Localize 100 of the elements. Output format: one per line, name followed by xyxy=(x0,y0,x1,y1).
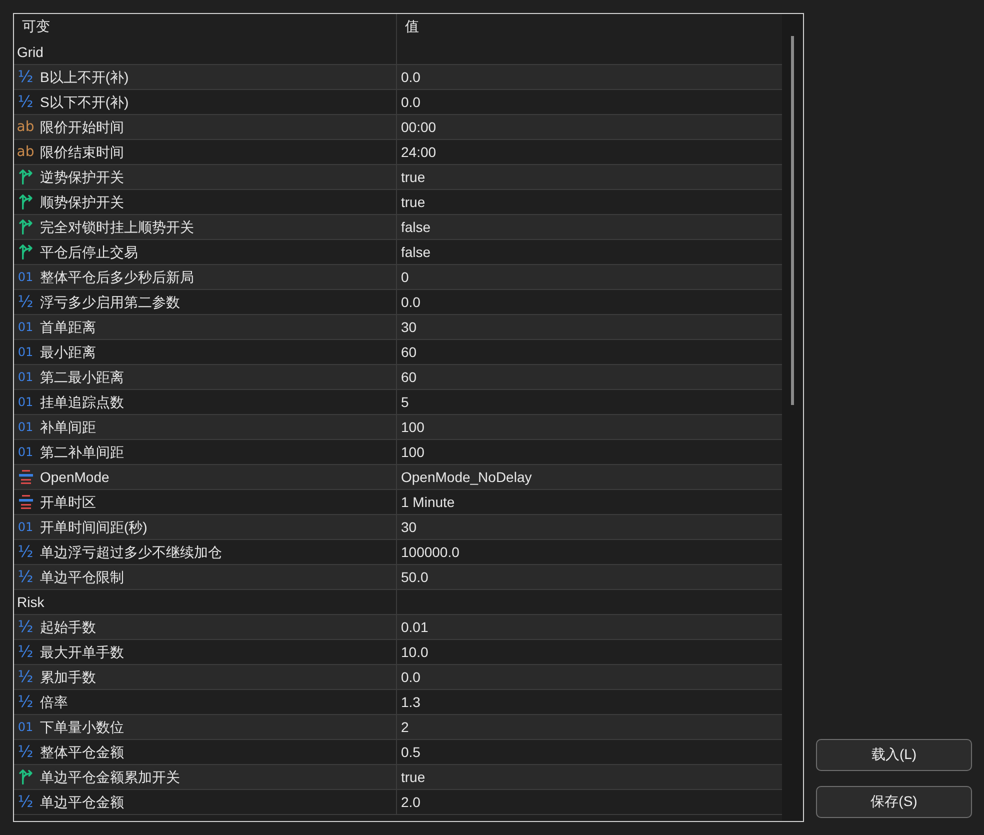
digits-icon: 01 xyxy=(18,421,34,433)
parameter-value: 0.0 xyxy=(401,93,420,111)
parameter-value: 10.0 xyxy=(401,643,428,661)
save-button[interactable]: 保存(S) xyxy=(816,786,972,818)
parameter-value: 100000.0 xyxy=(401,543,460,561)
parameter-value: false xyxy=(401,243,431,261)
parameter-row[interactable]: 逆势保护开关 true xyxy=(14,165,782,190)
digits-icon: 01 xyxy=(18,396,34,408)
digits-icon: 01 xyxy=(18,321,34,333)
fraction-icon: ½ xyxy=(18,619,34,635)
parameter-name: 顺势保护开关 xyxy=(40,193,124,211)
parameter-row[interactable]: 01 首单距离 30 xyxy=(14,315,782,340)
parameter-row[interactable]: ½ 单边浮亏超过多少不继续加仓 100000.0 xyxy=(14,540,782,565)
parameter-row[interactable]: ½ 起始手数 0.01 xyxy=(14,615,782,640)
parameter-row[interactable]: ab 限价开始时间 00:00 xyxy=(14,115,782,140)
digits-icon: 01 xyxy=(18,446,34,458)
parameter-value: 00:00 xyxy=(401,118,436,136)
parameter-row[interactable]: 01 开单时间间距(秒) 30 xyxy=(14,515,782,540)
parameter-value: 30 xyxy=(401,318,417,336)
parameter-row[interactable]: ab 限价结束时间 24:00 xyxy=(14,140,782,165)
parameter-value: 50.0 xyxy=(401,568,428,586)
parameter-row[interactable]: 01 第二补单间距 100 xyxy=(14,440,782,465)
list-icon xyxy=(18,495,32,509)
column-header: 可变 xyxy=(22,18,50,36)
parameter-value: 0.0 xyxy=(401,293,420,311)
parameter-row[interactable]: 01 下单量小数位 2 xyxy=(14,715,782,740)
parameter-name: 完全对锁时挂上顺势开关 xyxy=(40,218,194,236)
parameter-row[interactable]: ½ 单边平仓金额 2.0 xyxy=(14,790,782,815)
parameter-value: 0.01 xyxy=(401,618,428,636)
scrollbar-thumb[interactable] xyxy=(791,36,794,405)
parameter-value: 60 xyxy=(401,343,417,361)
parameter-row[interactable]: ½ 整体平仓金额 0.5 xyxy=(14,740,782,765)
parameter-row[interactable]: 01 最小距离 60 xyxy=(14,340,782,365)
fraction-icon: ½ xyxy=(18,669,34,685)
parameter-row[interactable]: 01 整体平仓后多少秒后新局 0 xyxy=(14,265,782,290)
parameter-name: 限价开始时间 xyxy=(40,118,124,136)
parameter-row[interactable]: ½ B以上不开(补) 0.0 xyxy=(14,65,782,90)
list-icon xyxy=(18,470,32,484)
parameter-value: 100 xyxy=(401,418,424,436)
parameter-value: OpenMode_NoDelay xyxy=(401,468,532,486)
letters-icon: ab xyxy=(16,120,34,134)
parameter-row[interactable]: 01 第二最小距离 60 xyxy=(14,365,782,390)
fraction-icon: ½ xyxy=(18,294,34,310)
parameter-name: 下单量小数位 xyxy=(40,718,124,736)
parameter-value: 1.3 xyxy=(401,693,420,711)
parameter-row[interactable]: 完全对锁时挂上顺势开关 false xyxy=(14,215,782,240)
parameter-name: 首单距离 xyxy=(40,318,96,336)
parameter-value: true xyxy=(401,193,426,211)
parameter-row[interactable]: OpenMode OpenMode_NoDelay xyxy=(14,465,782,490)
parameter-row[interactable]: 单边平仓金额累加开关 true xyxy=(14,765,782,790)
digits-icon: 01 xyxy=(18,371,34,383)
parameter-name: 逆势保护开关 xyxy=(40,168,124,186)
group-title: Grid xyxy=(17,43,44,61)
load-button[interactable]: 载入(L) xyxy=(816,739,972,771)
branch-arrow-icon xyxy=(18,169,32,185)
parameter-row[interactable]: ½ 最大开单手数 10.0 xyxy=(14,640,782,665)
parameter-name: 平仓后停止交易 xyxy=(40,243,138,261)
parameter-row[interactable]: ½ 累加手数 0.0 xyxy=(14,665,782,690)
parameter-name: 起始手数 xyxy=(40,618,96,636)
parameter-value: 100 xyxy=(401,443,424,461)
digits-icon: 01 xyxy=(18,721,34,733)
parameter-row[interactable]: 顺势保护开关 true xyxy=(14,190,782,215)
parameter-row[interactable]: 开单时区 1 Minute xyxy=(14,490,782,515)
branch-arrow-icon xyxy=(18,194,32,210)
fraction-icon: ½ xyxy=(18,544,34,560)
parameter-value: 0.0 xyxy=(401,668,420,686)
parameter-row[interactable]: ½ S以下不开(补) 0.0 xyxy=(14,90,782,115)
parameter-name: 浮亏多少启用第二参数 xyxy=(40,293,180,311)
parameter-name: 单边平仓限制 xyxy=(40,568,124,586)
letters-icon: ab xyxy=(16,145,34,159)
branch-arrow-icon xyxy=(18,769,32,785)
digits-icon: 01 xyxy=(18,521,34,533)
fraction-icon: ½ xyxy=(18,94,34,110)
fraction-icon: ½ xyxy=(18,644,34,660)
parameter-row[interactable]: ½ 倍率 1.3 xyxy=(14,690,782,715)
parameter-name: 第二补单间距 xyxy=(40,443,124,461)
parameter-row[interactable]: 01 补单间距 100 xyxy=(14,415,782,440)
fraction-icon: ½ xyxy=(18,694,34,710)
parameter-value: 2 xyxy=(401,718,409,736)
parameter-row[interactable]: ½ 单边平仓限制 50.0 xyxy=(14,565,782,590)
branch-arrow-icon xyxy=(18,219,32,235)
parameter-value: 60 xyxy=(401,368,417,386)
parameter-name: 单边平仓金额累加开关 xyxy=(40,768,180,786)
fraction-icon: ½ xyxy=(18,569,34,585)
parameter-name: 倍率 xyxy=(40,693,68,711)
digits-icon: 01 xyxy=(18,346,34,358)
parameter-value: 2.0 xyxy=(401,793,420,811)
parameter-value: false xyxy=(401,218,431,236)
fraction-icon: ½ xyxy=(18,794,34,810)
parameter-value: true xyxy=(401,768,426,786)
scrollbar-track[interactable] xyxy=(782,14,803,821)
parameter-name: 最小距离 xyxy=(40,343,96,361)
column-header: 值 xyxy=(405,18,419,36)
parameter-row[interactable]: ½ 浮亏多少启用第二参数 0.0 xyxy=(14,290,782,315)
parameter-row[interactable]: 01 挂单追踪点数 5 xyxy=(14,390,782,415)
parameter-value: 1 Minute xyxy=(401,493,455,511)
parameter-row[interactable]: 平仓后停止交易 false xyxy=(14,240,782,265)
parameter-name: B以上不开(补) xyxy=(40,68,129,86)
branch-arrow-icon xyxy=(18,244,32,260)
parameter-name: 第二最小距离 xyxy=(40,368,124,386)
